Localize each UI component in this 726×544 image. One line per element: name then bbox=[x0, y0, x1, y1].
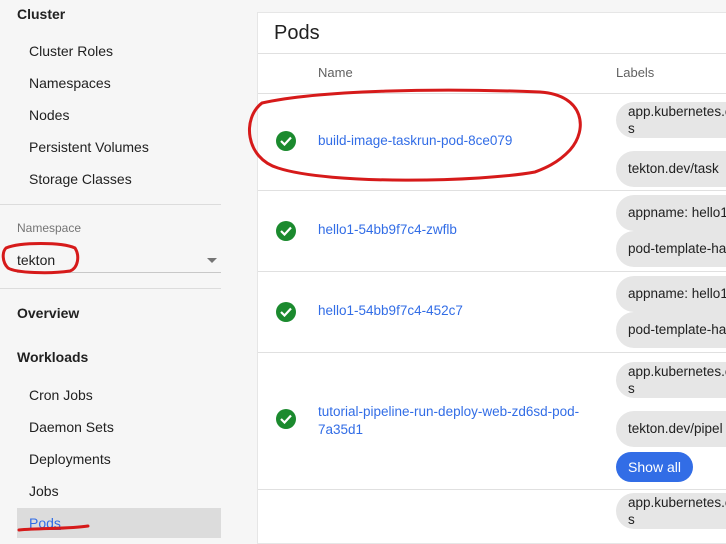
sidebar-item-storage-classes[interactable]: Storage Classes bbox=[29, 171, 132, 187]
show-all-button[interactable]: Show all bbox=[616, 452, 693, 482]
chevron-down-icon bbox=[207, 258, 217, 263]
pod-link[interactable]: hello1-54bb9f7c4-452c7 bbox=[318, 302, 463, 320]
row-divider bbox=[258, 271, 726, 272]
sidebar-item-daemon-sets[interactable]: Daemon Sets bbox=[29, 419, 114, 435]
sidebar-item-persistent-volumes[interactable]: Persistent Volumes bbox=[29, 139, 149, 155]
header-divider bbox=[258, 93, 726, 94]
sidebar-item-namespaces[interactable]: Namespaces bbox=[29, 75, 111, 91]
label-chip: pod-template-ha bbox=[616, 231, 726, 267]
sidebar-item-cron-jobs[interactable]: Cron Jobs bbox=[29, 387, 93, 403]
sidebar-heading-cluster: Cluster bbox=[17, 6, 66, 22]
column-header-name[interactable]: Name bbox=[318, 65, 353, 80]
row-divider bbox=[258, 190, 726, 191]
sidebar-item-cluster-roles[interactable]: Cluster Roles bbox=[29, 43, 113, 59]
pod-link[interactable]: build-image-taskrun-pod-8ce079 bbox=[318, 132, 512, 150]
label-chip: tekton.dev/task bbox=[616, 151, 726, 187]
pod-link[interactable]: hello1-54bb9f7c4-zwflb bbox=[318, 221, 457, 239]
sidebar-item-nodes[interactable]: Nodes bbox=[29, 107, 69, 123]
status-ok-icon bbox=[276, 409, 296, 429]
label-chip: pod-template-ha bbox=[616, 312, 726, 348]
pod-link-line2: 7a35d1 bbox=[318, 422, 364, 437]
namespace-label: Namespace bbox=[17, 221, 82, 235]
namespace-value: tekton bbox=[17, 252, 56, 268]
sidebar-heading-workloads[interactable]: Workloads bbox=[17, 349, 88, 365]
pod-link-line1: tutorial-pipeline-run-deploy-web-zd6sd-p… bbox=[318, 404, 580, 419]
column-header-labels: Labels bbox=[616, 65, 655, 80]
label-chip: app.kubernetes.elines bbox=[616, 362, 726, 398]
label-chip: appname: hello1 bbox=[616, 276, 726, 312]
sidebar: Cluster Cluster Roles Namespaces Nodes P… bbox=[0, 0, 236, 538]
pod-link[interactable]: tutorial-pipeline-run-deploy-web-zd6sd-p… bbox=[318, 403, 579, 439]
pods-card: Pods Name Labels build-image-taskrun-pod… bbox=[257, 12, 726, 544]
row-divider bbox=[258, 489, 726, 490]
label-chip: app.kubernetes.elines bbox=[616, 102, 726, 138]
sidebar-divider bbox=[0, 288, 221, 289]
status-ok-icon bbox=[276, 221, 296, 241]
status-ok-icon bbox=[276, 302, 296, 322]
sidebar-item-overview[interactable]: Overview bbox=[17, 305, 79, 321]
label-chip: appname: hello1 bbox=[616, 195, 726, 231]
status-ok-icon bbox=[276, 131, 296, 151]
page-title: Pods bbox=[274, 22, 320, 44]
sidebar-divider bbox=[0, 204, 221, 205]
sidebar-item-pods-label[interactable]: Pods bbox=[29, 515, 61, 531]
label-chip: tekton.dev/pipel bbox=[616, 411, 726, 447]
title-divider bbox=[258, 53, 726, 54]
sidebar-item-jobs[interactable]: Jobs bbox=[29, 483, 59, 499]
row-divider bbox=[258, 352, 726, 353]
sidebar-item-deployments[interactable]: Deployments bbox=[29, 451, 111, 467]
namespace-select[interactable]: tekton bbox=[17, 250, 221, 273]
label-chip: app.kubernetes.elines bbox=[616, 493, 726, 529]
